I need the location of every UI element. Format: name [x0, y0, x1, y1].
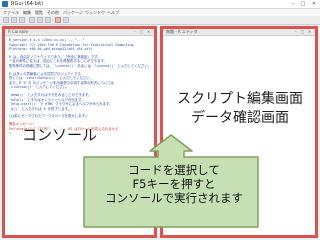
- callout-box: コードを選択して F5キーを押すと コンソールで実行されます: [79, 133, 263, 230]
- script-maximize-icon[interactable]: □: [299, 29, 306, 35]
- script-header: 無題 - R エディタ – □ ✕: [163, 29, 315, 36]
- console-close-icon[interactable]: ✕: [145, 29, 152, 35]
- print-icon[interactable]: [63, 17, 69, 23]
- console-header: R Console – □ ✕: [5, 29, 154, 36]
- close-button[interactable]: ✕: [309, 0, 319, 8]
- menu-help[interactable]: ヘルプ: [107, 9, 119, 16]
- toolbar: [0, 16, 320, 25]
- callout-line3: コンソールで実行されます: [105, 191, 243, 205]
- copy-icon[interactable]: [29, 17, 35, 23]
- menu-view[interactable]: 閲覧: [35, 9, 43, 16]
- save-workspace-icon[interactable]: [19, 17, 25, 23]
- script-minimize-icon[interactable]: –: [292, 29, 299, 35]
- script-label-line1: スクリプト編集画面: [177, 91, 303, 107]
- menu-packages[interactable]: パッケージ: [63, 9, 83, 16]
- copy-paste-icon[interactable]: [45, 17, 51, 23]
- console-header-title: R Console: [8, 29, 28, 34]
- open-script-icon[interactable]: [3, 17, 9, 23]
- script-header-title: 無題 - R エディタ: [166, 29, 198, 34]
- callout-line2: F5キーを押すと: [132, 177, 216, 191]
- script-label-line2: データ確認画面: [191, 110, 289, 126]
- callout-line1: コードを選択して: [128, 163, 220, 177]
- load-workspace-icon[interactable]: [11, 17, 17, 23]
- script-label: スクリプト編集画面 データ確認画面: [165, 90, 315, 128]
- script-close-icon[interactable]: ✕: [306, 29, 313, 35]
- console-minimize-icon[interactable]: –: [131, 29, 138, 35]
- window-title: RGui (64-bit): [11, 1, 44, 7]
- paste-icon[interactable]: [37, 17, 43, 23]
- menu-bar: ファイル 編集 閲覧 その他 パッケージ ウィンドウ ヘルプ: [0, 9, 320, 16]
- menu-misc[interactable]: その他: [47, 9, 59, 16]
- stop-icon[interactable]: [55, 17, 61, 23]
- console-line: 配布条件の詳細に関しては、'license()' あるいは 'licence()…: [9, 63, 151, 68]
- title-bar: RGui (64-bit) – □ ✕: [0, 0, 320, 9]
- menu-windows[interactable]: ウィンドウ: [85, 9, 105, 16]
- callout-text: コードを選択して F5キーを押すと コンソールで実行されます: [99, 163, 249, 205]
- maximize-button[interactable]: □: [298, 0, 308, 8]
- menu-file[interactable]: ファイル: [3, 9, 19, 16]
- menu-edit[interactable]: 編集: [23, 9, 31, 16]
- console-maximize-icon[interactable]: □: [138, 29, 145, 35]
- minimize-button[interactable]: –: [288, 0, 298, 8]
- console-output: R version 4.x.x (20xx-xx-xx) -- "..." Cop…: [9, 38, 151, 136]
- r-logo-icon: [2, 1, 8, 7]
